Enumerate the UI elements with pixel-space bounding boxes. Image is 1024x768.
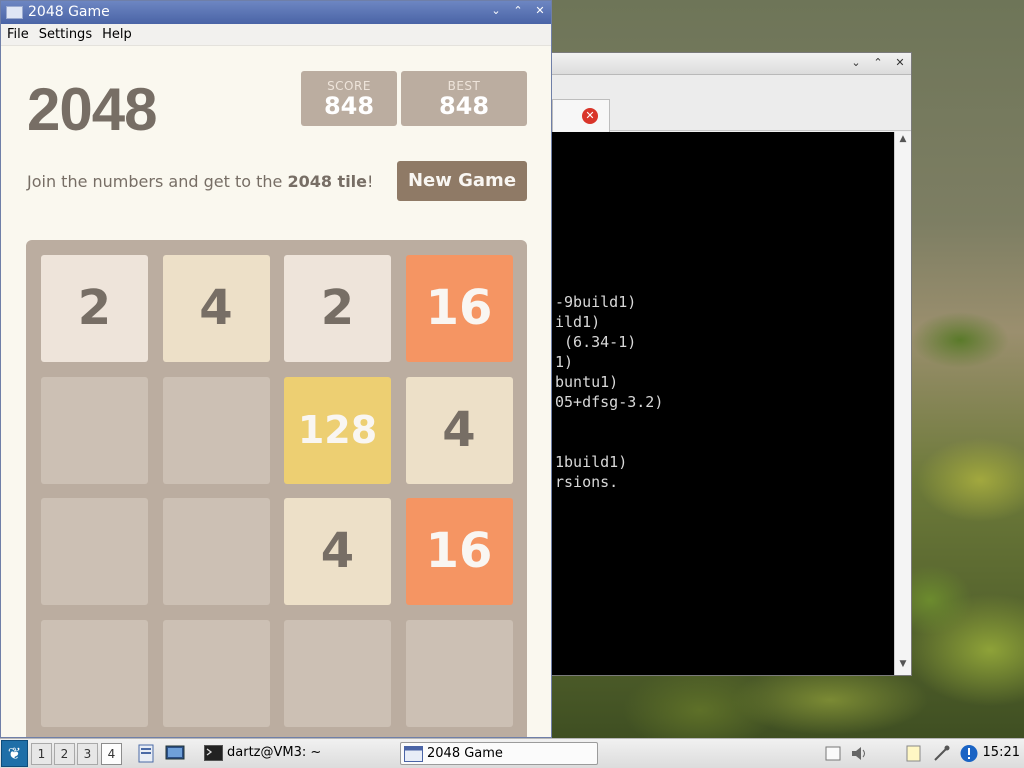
terminal-line: 05+dfsg-3.2) <box>555 393 664 411</box>
terminal-line: rsions. <box>555 473 619 491</box>
best-score-box: BEST 848 <box>401 71 527 126</box>
minimize-icon[interactable]: ⌄ <box>849 56 863 70</box>
network-icon[interactable] <box>932 744 952 763</box>
workspace-4[interactable]: 4 <box>101 743 122 765</box>
task-label: dartz@VM3: ~ <box>227 745 322 760</box>
empty-cell <box>41 376 148 484</box>
window-icon <box>6 6 23 19</box>
empty-cell <box>284 619 391 727</box>
clock: 15:21 <box>982 745 1020 760</box>
tile: 2 <box>41 255 148 362</box>
game-window[interactable]: 2048 Game ⌄ ⌃ ✕ File Settings Help 2048 … <box>0 0 552 738</box>
tile: 16 <box>405 255 513 362</box>
intro-text: Join the numbers and get to the 2048 til… <box>27 172 373 191</box>
workspace-2[interactable]: 2 <box>54 743 75 765</box>
tile: 4 <box>284 498 391 605</box>
desktop-icon[interactable] <box>165 744 185 763</box>
close-icon[interactable]: ✕ <box>533 4 547 18</box>
task-2048-game[interactable]: 2048 Game <box>400 742 598 765</box>
info-icon[interactable] <box>959 744 979 763</box>
menu-help[interactable]: Help <box>101 24 133 45</box>
game-titlebar[interactable]: 2048 Game ⌄ ⌃ ✕ <box>1 1 551 24</box>
tab-close-icon[interactable]: ✕ <box>582 108 598 124</box>
menubar: File Settings Help <box>1 24 551 46</box>
workspace-3[interactable]: 3 <box>77 743 98 765</box>
intro-suffix: ! <box>367 172 374 191</box>
terminal-tabbar: ✕ <box>552 75 911 132</box>
volume-icon[interactable] <box>849 744 869 763</box>
start-menu-icon[interactable]: ❦ <box>1 740 28 767</box>
best-label: BEST <box>447 79 481 93</box>
window-title: 2048 Game <box>28 4 110 20</box>
tile: 4 <box>405 376 513 484</box>
task-label: 2048 Game <box>427 746 503 761</box>
terminal-titlebar[interactable]: ⌄ ⌃ ✕ <box>552 53 911 75</box>
score-label: SCORE <box>327 79 371 93</box>
tile: 128 <box>284 376 391 484</box>
clipboard-icon[interactable] <box>823 744 843 763</box>
tile: 2 <box>284 255 391 362</box>
empty-cell <box>162 498 270 605</box>
workspace-1[interactable]: 1 <box>31 743 52 765</box>
empty-cell <box>162 376 270 484</box>
menu-settings[interactable]: Settings <box>38 24 93 45</box>
empty-cell <box>41 619 148 727</box>
notes-icon[interactable] <box>904 744 924 763</box>
terminal-line: ild1) <box>555 313 601 331</box>
window-icon <box>404 746 423 762</box>
terminal-scrollbar[interactable]: ▲ ▼ <box>894 132 911 675</box>
empty-cell <box>405 619 513 727</box>
terminal-line: -9build1) <box>555 293 637 311</box>
close-icon[interactable]: ✕ <box>893 56 907 70</box>
intro-bold: 2048 tile <box>287 172 368 191</box>
maximize-icon[interactable]: ⌃ <box>871 56 885 70</box>
scroll-up-icon[interactable]: ▲ <box>895 134 911 148</box>
new-game-button[interactable]: New Game <box>397 161 527 201</box>
score-box: SCORE 848 <box>301 71 397 126</box>
terminal-window[interactable]: ⌄ ⌃ ✕ ✕ -9build1) ild1) (6.34-1) 1) buntu1)… <box>551 52 912 676</box>
terminal-output[interactable]: -9build1) ild1) (6.34-1) 1) buntu1) 05+dfsg-… <box>552 132 895 675</box>
terminal-line: 1) <box>555 353 574 371</box>
terminal-text: -9build1) ild1) (6.34-1) 1) buntu1) 05+dfsg-… <box>555 292 663 492</box>
score-value: 848 <box>323 92 375 120</box>
empty-cell <box>162 619 270 727</box>
tile: 16 <box>405 498 513 605</box>
terminal-tab[interactable]: ✕ <box>552 99 610 132</box>
file-manager-icon[interactable] <box>136 744 156 763</box>
terminal-line: 1build1) <box>555 453 628 471</box>
best-value: 848 <box>438 92 490 120</box>
game-heading: 2048 <box>27 76 157 143</box>
terminal-icon <box>204 745 223 761</box>
empty-cell <box>41 498 148 605</box>
game-content: 2048 SCORE 848 BEST 848 Join the numbers… <box>1 47 551 737</box>
terminal-line: buntu1) <box>555 373 619 391</box>
maximize-icon[interactable]: ⌃ <box>511 4 525 18</box>
scroll-down-icon[interactable]: ▼ <box>895 659 911 673</box>
terminal-line: (6.34-1) <box>555 333 637 351</box>
tile: 4 <box>162 255 270 362</box>
menu-file[interactable]: File <box>6 24 30 45</box>
minimize-icon[interactable]: ⌄ <box>489 4 503 18</box>
intro-prefix: Join the numbers and get to the <box>27 172 288 191</box>
task-terminal[interactable]: dartz@VM3: ~ <box>201 742 391 765</box>
game-board[interactable]: 2 4 2 16 128 4 4 16 <box>26 240 527 737</box>
taskbar: ❦ 1 2 3 4 dartz@VM3: ~ 2048 Game 15:21 <box>0 738 1024 768</box>
